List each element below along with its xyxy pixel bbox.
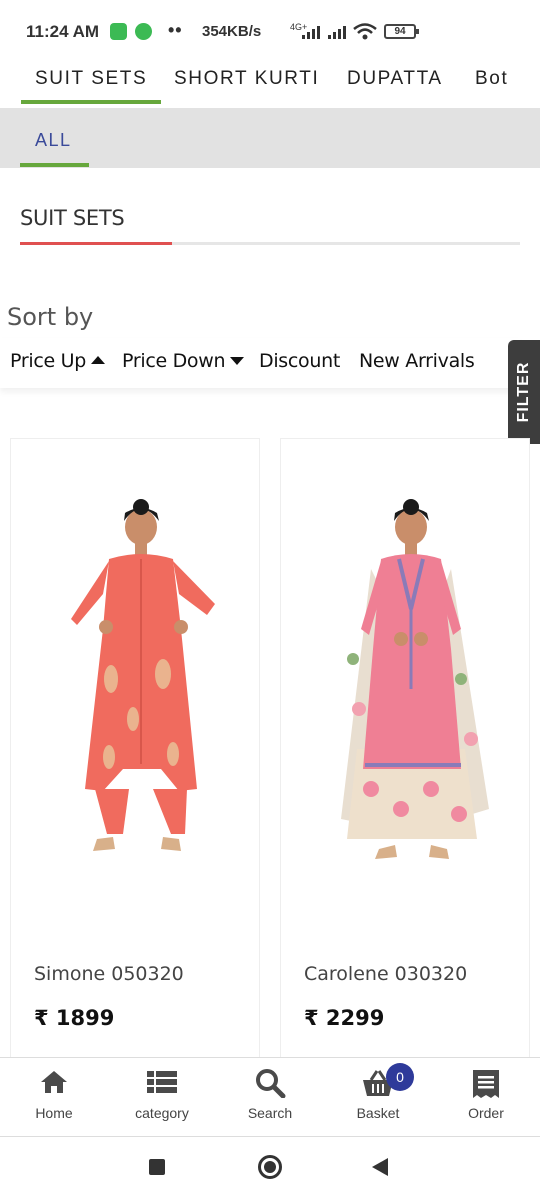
nav-search[interactable]: Search xyxy=(216,1058,324,1136)
nav-order[interactable]: Order xyxy=(432,1058,540,1136)
back-button[interactable] xyxy=(372,1158,388,1176)
list-icon xyxy=(147,1071,177,1093)
product-card[interactable]: Carolene 030320 ₹ 2299 xyxy=(280,438,530,1078)
battery-indicator: 94 xyxy=(384,24,419,39)
signal-icon-2 xyxy=(328,26,346,39)
product-name[interactable]: Carolene 030320 xyxy=(304,963,467,985)
nav-basket-label: Basket xyxy=(356,1105,400,1121)
home-icon xyxy=(41,1071,67,1093)
receipt-icon xyxy=(473,1070,499,1098)
wifi-icon xyxy=(353,23,377,40)
category-tabs: SUIT SETS SHORT KURTI DUPATTA Bot xyxy=(0,58,540,108)
nav-order-label: Order xyxy=(468,1105,504,1121)
arrow-up-icon xyxy=(90,355,105,364)
tab-dupatta[interactable]: DUPATTA xyxy=(347,68,443,90)
recent-apps-button[interactable] xyxy=(149,1159,165,1175)
nav-basket[interactable]: 0 Basket xyxy=(324,1058,432,1136)
arrow-down-icon xyxy=(230,356,245,365)
nav-search-label: Search xyxy=(247,1105,293,1121)
tab-suit-sets[interactable]: SUIT SETS xyxy=(20,68,162,104)
status-bar: 11:24 AM •• 354KB/s 4G+ 94 xyxy=(0,0,540,58)
status-time: 11:24 AM xyxy=(26,22,100,41)
notification-app-icon xyxy=(110,23,127,40)
sort-price-down-button[interactable]: Price Down xyxy=(122,350,245,372)
network-speed: 354KB/s xyxy=(202,23,262,40)
product-price: ₹ 2299 xyxy=(304,1006,385,1030)
whatsapp-icon xyxy=(135,23,152,40)
bottom-navigation: Home category Search 0 Basket Order xyxy=(0,1057,540,1137)
sort-price-down-label: Price Down xyxy=(122,350,226,372)
nav-home-label: Home xyxy=(35,1105,73,1121)
sub-tab-all[interactable]: ALL xyxy=(35,130,72,151)
product-card[interactable]: Simone 050320 ₹ 1899 xyxy=(10,438,260,1078)
nav-category[interactable]: category xyxy=(108,1058,216,1136)
product-image[interactable] xyxy=(281,489,529,929)
sort-new-arrivals-button[interactable]: New Arrivals xyxy=(359,350,475,372)
product-name[interactable]: Simone 050320 xyxy=(34,963,184,985)
nav-category-label: category xyxy=(135,1105,189,1121)
tab-short-kurti[interactable]: SHORT KURTI xyxy=(174,68,319,90)
basket-count-badge: 0 xyxy=(386,1063,414,1091)
home-button[interactable] xyxy=(258,1155,282,1179)
sort-discount-button[interactable]: Discount xyxy=(259,350,340,372)
sub-category-bar: ALL xyxy=(0,108,540,168)
system-navigation-bar xyxy=(0,1137,540,1200)
nav-home[interactable]: Home xyxy=(0,1058,108,1136)
sub-tab-indicator xyxy=(20,163,89,167)
product-image[interactable] xyxy=(11,489,259,929)
sort-label: Sort by xyxy=(7,303,94,331)
more-notifications-icon: •• xyxy=(168,20,183,40)
tab-bottoms[interactable]: Bot xyxy=(475,68,508,90)
filter-button[interactable]: FILTER xyxy=(508,340,540,444)
search-icon xyxy=(256,1069,286,1098)
section-title: SUIT SETS xyxy=(20,206,125,230)
section-title-underline xyxy=(20,242,172,245)
sort-options-bar: Price Up Price Down Discount New Arrival… xyxy=(0,338,520,388)
sort-price-up-label: Price Up xyxy=(10,350,86,372)
signal-icon xyxy=(302,26,320,39)
sort-price-up-button[interactable]: Price Up xyxy=(10,350,105,372)
product-price: ₹ 1899 xyxy=(34,1006,115,1030)
filter-label: FILTER xyxy=(515,361,532,423)
